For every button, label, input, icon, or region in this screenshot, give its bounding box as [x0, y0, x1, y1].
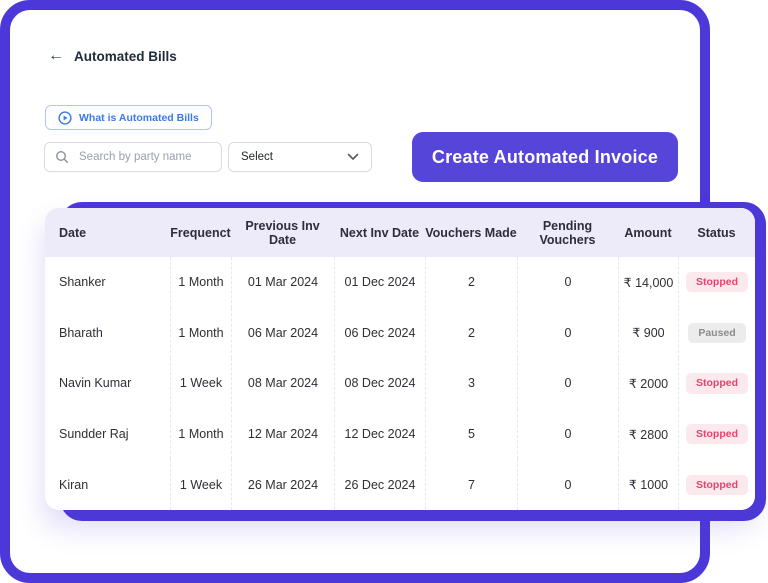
- status-badge: Stopped: [686, 272, 748, 292]
- cell-next-inv-date: 08 Dec 2024: [334, 358, 425, 409]
- cell-status: Stopped: [678, 257, 755, 308]
- search-icon: [55, 150, 69, 164]
- search-input[interactable]: [77, 150, 211, 164]
- cell-previous-inv-date: 12 Mar 2024: [231, 409, 334, 460]
- column-header-frequency: Frequenct: [170, 208, 231, 257]
- cell-previous-inv-date: 26 Mar 2024: [231, 459, 334, 510]
- cell-date: Bharath: [45, 308, 170, 359]
- cell-frequency: 1 Week: [170, 459, 231, 510]
- table-row[interactable]: Navin Kumar 1 Week 08 Mar 2024 08 Dec 20…: [45, 358, 755, 409]
- cell-frequency: 1 Month: [170, 257, 231, 308]
- cell-pending-vouchers: 0: [517, 257, 618, 308]
- cell-amount: ₹ 900: [618, 308, 678, 359]
- cell-vouchers-made: 7: [425, 459, 517, 510]
- cell-pending-vouchers: 0: [517, 358, 618, 409]
- cell-amount: ₹ 2000: [618, 358, 678, 409]
- cell-frequency: 1 Week: [170, 358, 231, 409]
- status-badge: Paused: [688, 323, 745, 343]
- create-automated-invoice-button[interactable]: Create Automated Invoice: [412, 132, 678, 182]
- cell-status: Stopped: [678, 358, 755, 409]
- status-badge: Stopped: [686, 373, 748, 393]
- back-button[interactable]: ← Automated Bills: [48, 48, 177, 64]
- column-header-date: Date: [45, 208, 170, 257]
- table-row[interactable]: Shanker 1 Month 01 Mar 2024 01 Dec 2024 …: [45, 257, 755, 308]
- column-header-pending-vouchers: Pending Vouchers: [517, 208, 618, 257]
- cell-date: Kiran: [45, 459, 170, 510]
- what-is-automated-bills-button[interactable]: What is Automated Bills: [45, 105, 212, 130]
- column-header-next-inv-date: Next Inv Date: [334, 208, 425, 257]
- screen: ← Automated Bills What is Automated Bill…: [0, 0, 768, 583]
- table-row[interactable]: Kiran 1 Week 26 Mar 2024 26 Dec 2024 7 0…: [45, 459, 755, 510]
- column-header-previous-inv-date: Previous Inv Date: [231, 208, 334, 257]
- cell-next-inv-date: 26 Dec 2024: [334, 459, 425, 510]
- automated-bills-table: Date Frequenct Previous Inv Date Next In…: [45, 208, 755, 510]
- cell-status: Paused: [678, 308, 755, 359]
- cell-next-inv-date: 06 Dec 2024: [334, 308, 425, 359]
- cell-next-inv-date: 01 Dec 2024: [334, 257, 425, 308]
- cell-vouchers-made: 3: [425, 358, 517, 409]
- page-title: Automated Bills: [74, 49, 177, 64]
- play-icon: [58, 111, 72, 125]
- cell-frequency: 1 Month: [170, 409, 231, 460]
- cell-amount: ₹ 2800: [618, 409, 678, 460]
- filter-select[interactable]: Select: [228, 142, 372, 172]
- status-badge: Stopped: [686, 475, 748, 495]
- column-header-status: Status: [678, 208, 755, 257]
- cell-date: Navin Kumar: [45, 358, 170, 409]
- cell-pending-vouchers: 0: [517, 459, 618, 510]
- cell-date: Sundder Raj: [45, 409, 170, 460]
- cell-previous-inv-date: 01 Mar 2024: [231, 257, 334, 308]
- table-header-row: Date Frequenct Previous Inv Date Next In…: [45, 208, 755, 257]
- cell-next-inv-date: 12 Dec 2024: [334, 409, 425, 460]
- cell-vouchers-made: 2: [425, 257, 517, 308]
- table-row[interactable]: Bharath 1 Month 06 Mar 2024 06 Dec 2024 …: [45, 308, 755, 359]
- cell-date: Shanker: [45, 257, 170, 308]
- help-button-label: What is Automated Bills: [79, 112, 199, 124]
- status-badge: Stopped: [686, 424, 748, 444]
- table-row[interactable]: Sundder Raj 1 Month 12 Mar 2024 12 Dec 2…: [45, 409, 755, 460]
- cell-status: Stopped: [678, 459, 755, 510]
- back-arrow-icon: ←: [48, 48, 64, 64]
- chevron-down-icon: [347, 153, 359, 161]
- column-header-amount: Amount: [618, 208, 678, 257]
- cell-amount: ₹ 1000: [618, 459, 678, 510]
- cell-vouchers-made: 5: [425, 409, 517, 460]
- cell-pending-vouchers: 0: [517, 409, 618, 460]
- column-header-vouchers-made: Vouchers Made: [425, 208, 517, 257]
- cell-frequency: 1 Month: [170, 308, 231, 359]
- cell-amount: ₹ 14,000: [618, 257, 678, 308]
- cell-vouchers-made: 2: [425, 308, 517, 359]
- search-box: [44, 142, 222, 172]
- cell-status: Stopped: [678, 409, 755, 460]
- cell-previous-inv-date: 08 Mar 2024: [231, 358, 334, 409]
- cell-pending-vouchers: 0: [517, 308, 618, 359]
- cell-previous-inv-date: 06 Mar 2024: [231, 308, 334, 359]
- select-value: Select: [241, 151, 273, 163]
